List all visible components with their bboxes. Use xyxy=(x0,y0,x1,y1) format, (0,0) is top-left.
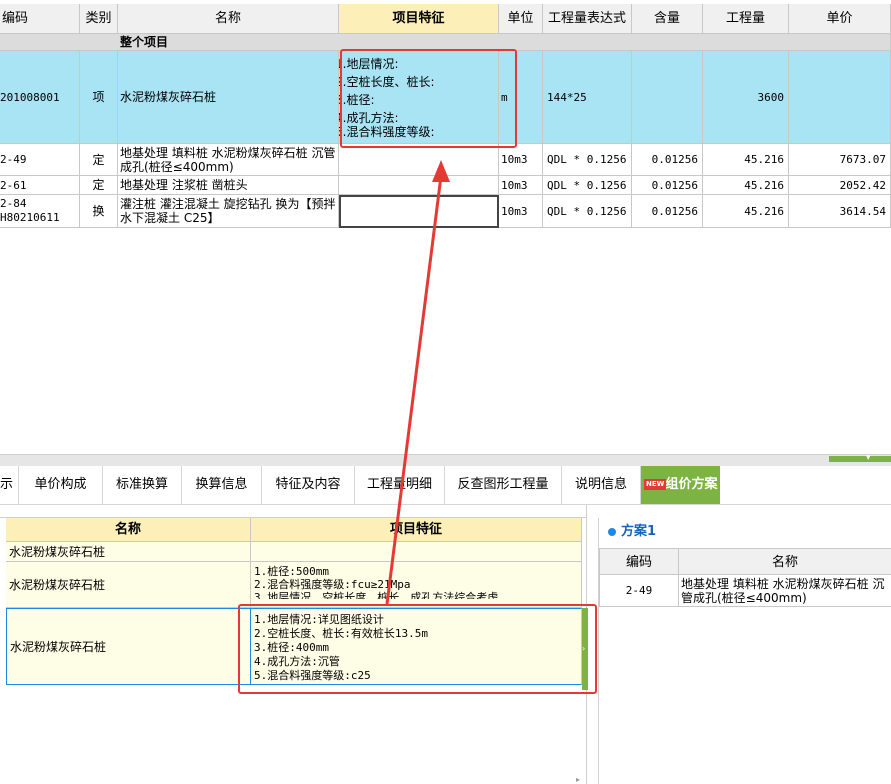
annotation-arrow xyxy=(385,160,450,605)
